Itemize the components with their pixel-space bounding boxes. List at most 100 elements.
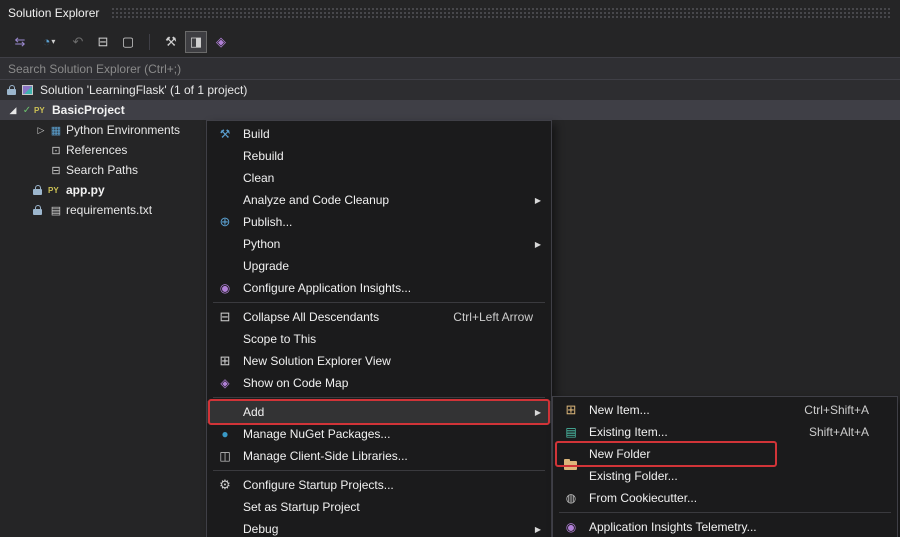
new-solution-explorer-view-icon (215, 353, 235, 369)
menu-item-new-solution-explorer-view[interactable]: New Solution Explorer View (207, 350, 551, 372)
tree-item-basicproject[interactable]: ◢ ✓ PY BasicProject (0, 100, 900, 120)
menu-item-manage-client-side-libraries[interactable]: Manage Client-Side Libraries... (207, 445, 551, 467)
lock-icon (7, 89, 16, 95)
menu-item-label: New Item... (589, 403, 650, 417)
search-input[interactable] (0, 62, 900, 76)
menu-item-shortcut: Ctrl+Shift+A (804, 403, 887, 417)
submenu-arrow-icon: ▶ (535, 196, 541, 205)
pending-changes-filter-icon: ◔ (43, 34, 51, 49)
menu-item-label: Publish... (243, 215, 292, 229)
submenu-arrow-icon: ▶ (535, 525, 541, 534)
switch-views-icon: ⇆ (15, 34, 26, 50)
tree-item-solution[interactable]: Solution 'LearningFlask' (1 of 1 project… (0, 80, 900, 100)
submenu-item-new-folder[interactable]: New Folder (553, 443, 897, 465)
menu-item-label: Show on Code Map (243, 376, 348, 390)
menu-item-upgrade[interactable]: Upgrade (207, 255, 551, 277)
preview-selected-items-icon: ◨ (190, 34, 202, 50)
switch-views-button[interactable]: ⇆ (9, 31, 31, 53)
menu-item-configure-application-insights[interactable]: Configure Application Insights... (207, 277, 551, 299)
solution-label: Solution 'LearningFlask' (1 of 1 project… (40, 83, 247, 97)
menu-item-label: Manage NuGet Packages... (243, 427, 390, 441)
menu-item-manage-nuget-packages[interactable]: Manage NuGet Packages... (207, 423, 551, 445)
expander-collapsed-icon[interactable]: ▷ (34, 125, 48, 136)
collapse-all-button[interactable]: ⊟ (92, 31, 114, 53)
menu-item-label: From Cookiecutter... (589, 491, 697, 505)
menu-item-build[interactable]: Build (207, 123, 551, 145)
menu-item-label: Configure Startup Projects... (243, 478, 394, 492)
menu-item-label: New Folder (589, 447, 650, 461)
show-all-files-button[interactable]: ▢ (117, 31, 139, 53)
menu-item-label: Scope to This (243, 332, 316, 346)
menu-item-rebuild[interactable]: Rebuild (207, 145, 551, 167)
menu-item-label: Analyze and Code Cleanup (243, 193, 389, 207)
menu-item-label: Rebuild (243, 149, 284, 163)
code-map-icon: ◈ (216, 34, 226, 50)
menu-item-label: Debug (243, 522, 278, 536)
menu-item-python[interactable]: Python ▶ (207, 233, 551, 255)
collapse-all-icon: ⊟ (98, 34, 109, 50)
toolbar-separator (149, 34, 150, 50)
menu-item-debug[interactable]: Debug ▶ (207, 518, 551, 537)
submenu-item-existing-folder[interactable]: Existing Folder... (553, 465, 897, 487)
tree-item-label: app.py (66, 183, 105, 197)
submenu-item-from-cookiecutter[interactable]: From Cookiecutter... (553, 487, 897, 509)
tree-item-label: Python Environments (66, 123, 180, 137)
sync-with-active-document-icon: ↶ (73, 34, 84, 50)
menu-separator (213, 470, 545, 471)
menu-item-configure-startup-projects[interactable]: Configure Startup Projects... (207, 474, 551, 496)
view-code-map-button[interactable]: ◈ (210, 31, 232, 53)
menu-separator (213, 397, 545, 398)
menu-item-label: Upgrade (243, 259, 289, 273)
preview-selected-items-button[interactable]: ◨ (185, 31, 207, 53)
menu-item-label: Add (243, 405, 264, 419)
code-map-icon (215, 376, 235, 390)
menu-item-label: Existing Folder... (589, 469, 678, 483)
submenu-item-existing-item[interactable]: Existing Item... Shift+Alt+A (553, 421, 897, 443)
menu-item-publish[interactable]: Publish... (207, 211, 551, 233)
text-file-icon (48, 204, 64, 217)
menu-item-analyze-and-code-cleanup[interactable]: Analyze and Code Cleanup ▶ (207, 189, 551, 211)
submenu-arrow-icon: ▶ (535, 408, 541, 417)
references-icon (48, 144, 64, 157)
source-control-check-icon: ✓ (20, 105, 34, 116)
chevron-down-icon: ▾ (51, 37, 55, 46)
expander-expanded-icon[interactable]: ◢ (6, 105, 20, 116)
tree-item-label: References (66, 143, 127, 157)
menu-item-label: Application Insights Telemetry... (589, 520, 757, 534)
publish-icon (215, 214, 235, 230)
menu-item-label: Clean (243, 171, 274, 185)
lock-icon (33, 209, 42, 215)
menu-item-clean[interactable]: Clean (207, 167, 551, 189)
sync-with-active-document-button[interactable]: ↶ (67, 31, 89, 53)
menu-item-label: Collapse All Descendants (243, 310, 379, 324)
python-project-icon: PY (34, 106, 52, 115)
pending-changes-filter-button[interactable]: ◔ ▾ (34, 31, 64, 53)
collapse-descendants-icon (215, 309, 235, 325)
cookiecutter-icon (561, 491, 581, 505)
submenu-arrow-icon: ▶ (535, 240, 541, 249)
submenu-item-new-item[interactable]: New Item... Ctrl+Shift+A (553, 399, 897, 421)
menu-item-shortcut: Ctrl+Left Arrow (453, 310, 541, 324)
menu-item-add[interactable]: Add ▶ (207, 401, 551, 423)
panel-titlebar: Solution Explorer (0, 0, 900, 26)
panel-toolbar: ⇆ ◔ ▾ ↶ ⊟ ▢ ⚒ ◨ ◈ (0, 26, 900, 57)
python-file-icon: PY (48, 186, 66, 195)
python-environments-icon (48, 124, 64, 137)
submenu-item-application-insights-telemetry[interactable]: Application Insights Telemetry... (553, 516, 897, 537)
application-insights-icon (215, 281, 235, 295)
new-item-icon (561, 402, 581, 418)
menu-item-scope-to-this[interactable]: Scope to This (207, 328, 551, 350)
gear-icon (215, 477, 235, 493)
titlebar-grip-texture (111, 7, 892, 19)
tree-item-label: requirements.txt (66, 203, 152, 217)
menu-item-label: Set as Startup Project (243, 500, 360, 514)
context-menu: Build Rebuild Clean Analyze and Code Cle… (206, 120, 552, 537)
menu-item-label: Configure Application Insights... (243, 281, 411, 295)
menu-item-label: Build (243, 127, 270, 141)
menu-item-set-as-startup-project[interactable]: Set as Startup Project (207, 496, 551, 518)
menu-item-show-on-code-map[interactable]: Show on Code Map (207, 372, 551, 394)
properties-button[interactable]: ⚒ (160, 31, 182, 53)
menu-separator (559, 512, 891, 513)
project-label: BasicProject (52, 103, 125, 117)
menu-item-collapse-all-descendants[interactable]: Collapse All Descendants Ctrl+Left Arrow (207, 306, 551, 328)
